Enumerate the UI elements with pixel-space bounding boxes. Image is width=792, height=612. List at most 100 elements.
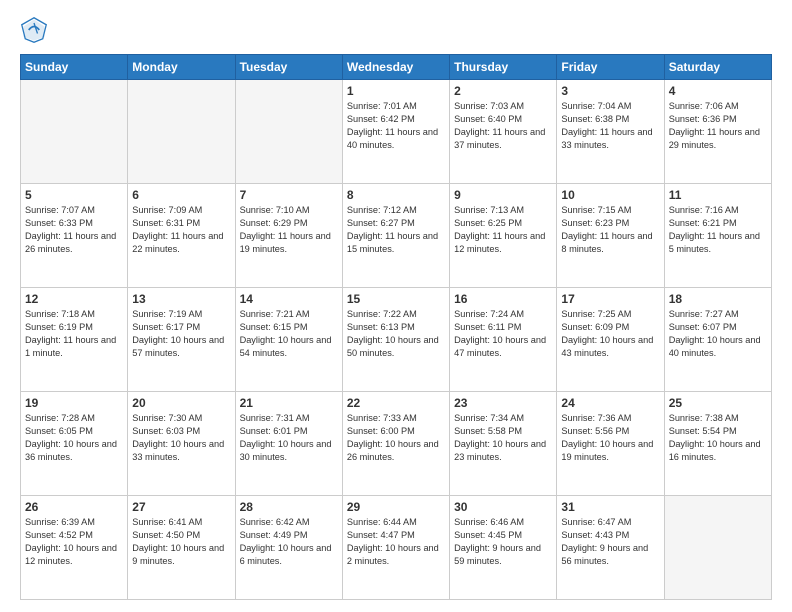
day-number: 25 [669,396,767,410]
cell-info: Sunrise: 7:21 AM Sunset: 6:15 PM Dayligh… [240,308,338,360]
calendar-cell: 18Sunrise: 7:27 AM Sunset: 6:07 PM Dayli… [664,288,771,392]
cell-info: Sunrise: 7:38 AM Sunset: 5:54 PM Dayligh… [669,412,767,464]
cell-info: Sunrise: 7:28 AM Sunset: 6:05 PM Dayligh… [25,412,123,464]
cell-info: Sunrise: 7:06 AM Sunset: 6:36 PM Dayligh… [669,100,767,152]
day-number: 21 [240,396,338,410]
calendar-cell: 12Sunrise: 7:18 AM Sunset: 6:19 PM Dayli… [21,288,128,392]
calendar-cell: 1 Sunrise: 7:01 AM Sunset: 6:42 PM Daylig… [342,80,449,184]
cell-info: Sunrise: 7:04 AM Sunset: 6:38 PM Dayligh… [561,100,659,152]
day-number: 2 [454,84,552,98]
calendar-cell: 31 Sunrise: 6:47 AM Sunset: 4:43 PM Dayli… [557,496,664,600]
cell-info: Sunrise: 7:18 AM Sunset: 6:19 PM Dayligh… [25,308,123,360]
cell-info: Sunrise: 7:13 AM Sunset: 6:25 PM Dayligh… [454,204,552,256]
calendar-cell: 7 Sunrise: 7:10 AM Sunset: 6:29 PM Daylig… [235,184,342,288]
calendar-cell: 3 Sunrise: 7:04 AM Sunset: 6:38 PM Daylig… [557,80,664,184]
day-number: 31 [561,500,659,514]
cell-info: Sunrise: 6:46 AM Sunset: 4:45 PM Dayligh… [454,516,552,568]
cell-info: Sunrise: 6:47 AM Sunset: 4:43 PM Dayligh… [561,516,659,568]
cell-info: Sunrise: 7:10 AM Sunset: 6:29 PM Dayligh… [240,204,338,256]
calendar-cell: 10Sunrise: 7:15 AM Sunset: 6:23 PM Dayli… [557,184,664,288]
day-number: 9 [454,188,552,202]
day-number: 13 [132,292,230,306]
calendar-cell [235,80,342,184]
calendar-cell: 25 Sunrise: 7:38 AM Sunset: 5:54 PM Dayli… [664,392,771,496]
cell-info: Sunrise: 7:22 AM Sunset: 6:13 PM Dayligh… [347,308,445,360]
calendar-cell: 2 Sunrise: 7:03 AM Sunset: 6:40 PM Daylig… [450,80,557,184]
logo [20,16,52,44]
cell-info: Sunrise: 7:07 AM Sunset: 6:33 PM Dayligh… [25,204,123,256]
calendar-cell [128,80,235,184]
day-number: 17 [561,292,659,306]
weekday-header-row: SundayMondayTuesdayWednesdayThursdayFrid… [21,55,772,80]
day-number: 15 [347,292,445,306]
calendar-cell: 5Sunrise: 7:07 AM Sunset: 6:33 PM Daylig… [21,184,128,288]
page: SundayMondayTuesdayWednesdayThursdayFrid… [0,0,792,612]
calendar-table: SundayMondayTuesdayWednesdayThursdayFrid… [20,54,772,600]
calendar-cell: 30 Sunrise: 6:46 AM Sunset: 4:45 PM Dayli… [450,496,557,600]
cell-info: Sunrise: 6:39 AM Sunset: 4:52 PM Dayligh… [25,516,123,568]
cell-info: Sunrise: 7:09 AM Sunset: 6:31 PM Dayligh… [132,204,230,256]
calendar-cell: 19 Sunrise: 7:28 AM Sunset: 6:05 PM Dayli… [21,392,128,496]
calendar-cell: 6 Sunrise: 7:09 AM Sunset: 6:31 PM Daylig… [128,184,235,288]
week-row-2: 5Sunrise: 7:07 AM Sunset: 6:33 PM Daylig… [21,184,772,288]
cell-info: Sunrise: 7:12 AM Sunset: 6:27 PM Dayligh… [347,204,445,256]
day-number: 11 [669,188,767,202]
cell-info: Sunrise: 7:24 AM Sunset: 6:11 PM Dayligh… [454,308,552,360]
weekday-header-saturday: Saturday [664,55,771,80]
calendar-cell [664,496,771,600]
cell-info: Sunrise: 7:34 AM Sunset: 5:58 PM Dayligh… [454,412,552,464]
cell-info: Sunrise: 6:41 AM Sunset: 4:50 PM Dayligh… [132,516,230,568]
weekday-header-wednesday: Wednesday [342,55,449,80]
calendar-cell: 24Sunrise: 7:36 AM Sunset: 5:56 PM Dayli… [557,392,664,496]
cell-info: Sunrise: 7:19 AM Sunset: 6:17 PM Dayligh… [132,308,230,360]
week-row-3: 12Sunrise: 7:18 AM Sunset: 6:19 PM Dayli… [21,288,772,392]
day-number: 20 [132,396,230,410]
day-number: 29 [347,500,445,514]
weekday-header-friday: Friday [557,55,664,80]
logo-icon [20,16,48,44]
calendar-cell: 17 Sunrise: 7:25 AM Sunset: 6:09 PM Dayli… [557,288,664,392]
cell-info: Sunrise: 7:15 AM Sunset: 6:23 PM Dayligh… [561,204,659,256]
day-number: 30 [454,500,552,514]
calendar-cell: 4 Sunrise: 7:06 AM Sunset: 6:36 PM Daylig… [664,80,771,184]
cell-info: Sunrise: 7:01 AM Sunset: 6:42 PM Dayligh… [347,100,445,152]
day-number: 6 [132,188,230,202]
day-number: 19 [25,396,123,410]
header [20,16,772,44]
cell-info: Sunrise: 7:25 AM Sunset: 6:09 PM Dayligh… [561,308,659,360]
calendar-cell: 29Sunrise: 6:44 AM Sunset: 4:47 PM Dayli… [342,496,449,600]
cell-info: Sunrise: 7:27 AM Sunset: 6:07 PM Dayligh… [669,308,767,360]
day-number: 3 [561,84,659,98]
day-number: 16 [454,292,552,306]
calendar-cell: 26 Sunrise: 6:39 AM Sunset: 4:52 PM Dayli… [21,496,128,600]
week-row-4: 19 Sunrise: 7:28 AM Sunset: 6:05 PM Dayli… [21,392,772,496]
calendar-cell: 22Sunrise: 7:33 AM Sunset: 6:00 PM Dayli… [342,392,449,496]
day-number: 24 [561,396,659,410]
weekday-header-thursday: Thursday [450,55,557,80]
cell-info: Sunrise: 6:42 AM Sunset: 4:49 PM Dayligh… [240,516,338,568]
day-number: 14 [240,292,338,306]
calendar-cell: 11 Sunrise: 7:16 AM Sunset: 6:21 PM Dayli… [664,184,771,288]
cell-info: Sunrise: 7:31 AM Sunset: 6:01 PM Dayligh… [240,412,338,464]
day-number: 4 [669,84,767,98]
weekday-header-monday: Monday [128,55,235,80]
calendar-cell: 23 Sunrise: 7:34 AM Sunset: 5:58 PM Dayli… [450,392,557,496]
cell-info: Sunrise: 7:03 AM Sunset: 6:40 PM Dayligh… [454,100,552,152]
day-number: 23 [454,396,552,410]
calendar-cell: 27 Sunrise: 6:41 AM Sunset: 4:50 PM Dayli… [128,496,235,600]
calendar-cell: 15 Sunrise: 7:22 AM Sunset: 6:13 PM Dayli… [342,288,449,392]
calendar-cell: 21 Sunrise: 7:31 AM Sunset: 6:01 PM Dayli… [235,392,342,496]
calendar-cell: 8Sunrise: 7:12 AM Sunset: 6:27 PM Daylig… [342,184,449,288]
calendar-cell [21,80,128,184]
day-number: 7 [240,188,338,202]
week-row-1: 1 Sunrise: 7:01 AM Sunset: 6:42 PM Daylig… [21,80,772,184]
weekday-header-sunday: Sunday [21,55,128,80]
day-number: 27 [132,500,230,514]
calendar-cell: 20 Sunrise: 7:30 AM Sunset: 6:03 PM Dayli… [128,392,235,496]
day-number: 22 [347,396,445,410]
cell-info: Sunrise: 7:16 AM Sunset: 6:21 PM Dayligh… [669,204,767,256]
cell-info: Sunrise: 7:30 AM Sunset: 6:03 PM Dayligh… [132,412,230,464]
day-number: 1 [347,84,445,98]
calendar-cell: 14 Sunrise: 7:21 AM Sunset: 6:15 PM Dayli… [235,288,342,392]
day-number: 26 [25,500,123,514]
